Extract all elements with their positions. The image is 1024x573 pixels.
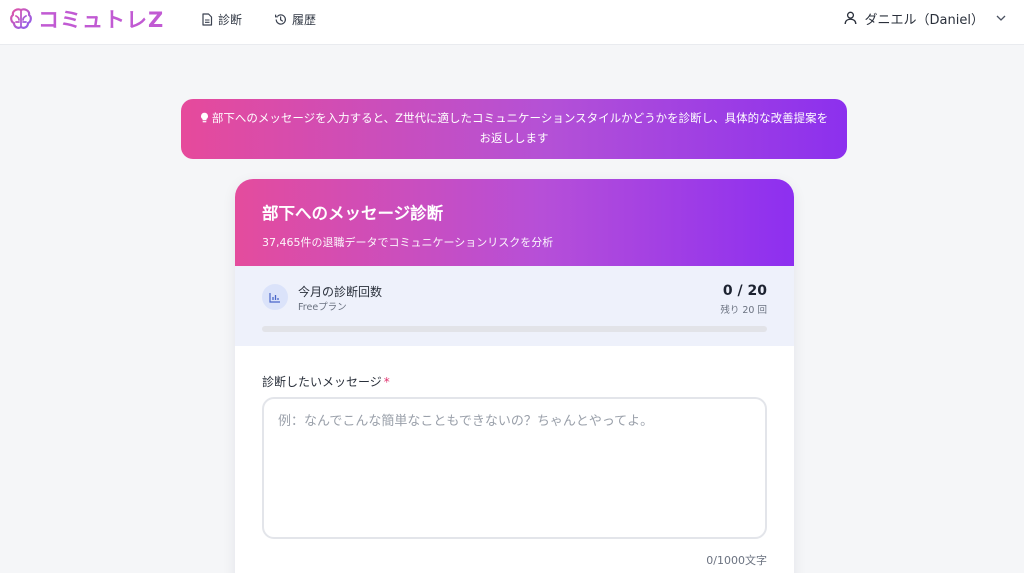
bar-chart-icon — [262, 284, 288, 310]
usage-count: 0 / 20 — [722, 283, 767, 299]
user-icon — [844, 11, 856, 25]
chevron-down-icon — [996, 15, 1006, 21]
nav-diagnosis-label: 診断 — [218, 12, 243, 27]
usage-label: 今月の診断回数 — [298, 285, 383, 299]
brand[interactable]: コミュトレZ — [8, 5, 164, 33]
brand-name: コミュトレZ — [38, 8, 165, 32]
info-banner: 部下へのメッセージを入力すると、Z世代に適したコミュニケーションスタイルかどうか… — [181, 99, 847, 159]
document-icon — [202, 12, 213, 26]
message-label-text: 診断したいメッセージ — [262, 375, 382, 389]
usage-panel: 今月の診断回数 Freeプラン 0 / 20 残り 20 回 — [235, 266, 794, 346]
usage-remaining: 残り 20 回 — [720, 305, 767, 316]
card-title: 部下へのメッセージ診断 — [262, 204, 444, 223]
message-field-label: 診断したいメッセージ * — [262, 373, 390, 390]
nav-history[interactable]: 履歴 — [274, 10, 316, 28]
user-name: ダニエル（Daniel） — [864, 12, 984, 28]
card-header: 部下へのメッセージ診断 37,465件の退職データでコミュニケーションリスクを分… — [235, 179, 794, 266]
message-input[interactable] — [262, 397, 767, 539]
top-navigation-bar: コミュトレZ 診断 履歴 ダニエル（Daniel） — [0, 0, 1024, 45]
usage-progress-bar — [262, 326, 767, 332]
history-icon — [275, 13, 286, 25]
diagnosis-card: 部下へのメッセージ診断 37,465件の退職データでコミュニケーションリスクを分… — [235, 179, 794, 573]
card-subtitle: 37,465件の退職データでコミュニケーションリスクを分析 — [262, 236, 554, 249]
info-banner-text: 部下へのメッセージを入力すると、Z世代に適したコミュニケーションスタイルかどうか… — [211, 111, 829, 145]
nav-diagnosis[interactable]: 診断 — [201, 10, 242, 28]
plan-label: Freeプラン — [298, 302, 347, 313]
user-menu[interactable]: ダニエル（Daniel） — [844, 9, 1006, 28]
character-counter: 0/1000文字 — [706, 554, 767, 567]
required-mark: * — [383, 375, 390, 389]
lightbulb-icon — [200, 112, 208, 123]
nav-history-label: 履歴 — [292, 12, 317, 27]
brain-logo-icon — [10, 8, 32, 29]
